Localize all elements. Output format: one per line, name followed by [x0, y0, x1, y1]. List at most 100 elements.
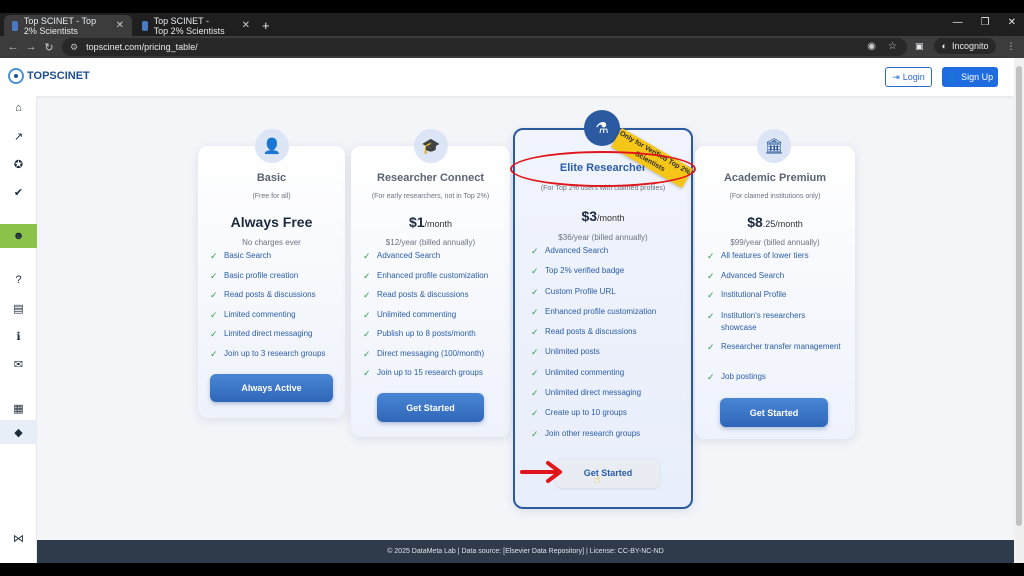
info-icon[interactable]: ℹ [0, 324, 37, 348]
tab-title: Top SCINET - Top 2% Scientists [23, 15, 97, 36]
url-text: topscinet.com/pricing_table/ [86, 42, 198, 52]
plan-note: $12/year (billed annually) [385, 238, 476, 247]
check-icon: ✓ [210, 309, 218, 320]
ad-icon[interactable]: ▤ [0, 296, 37, 320]
window-controls: — ❐ ✕ [953, 17, 1016, 28]
tags-icon[interactable]: ◆ [0, 420, 37, 444]
web-page: TOPSCINET ⇥ Login 👤 Sign Up ⌂ ↗ ✪ ✔ ☻ ? … [0, 58, 1024, 563]
site-info-icon[interactable]: ⚙ [70, 42, 78, 53]
feature-list: ✓ All features of lower tiers ✓ Advanced S… [707, 251, 843, 391]
get-started-button-elite[interactable]: Get Started [556, 458, 660, 488]
address-bar[interactable]: ⚙ topscinet.com/pricing_table/ ◉ ☆ [62, 38, 907, 56]
plan-note: $36/year (billed annually) [558, 233, 648, 242]
browser-tab[interactable]: Top SCINET - Top 2% Scientists ✕ [134, 15, 258, 36]
left-sidebar: ⌂ ↗ ✪ ✔ ☻ ? ▤ ℹ ✉ ▦ ◆ ⋈ [0, 96, 37, 563]
check-icon: ✓ [363, 368, 371, 378]
close-window-icon[interactable]: ✕ [1008, 17, 1016, 28]
plan-price: Always Free [230, 214, 313, 230]
plan-price: $1 [408, 214, 425, 230]
chart-icon[interactable]: ↗ [0, 124, 37, 148]
forward-icon[interactable]: → [22, 41, 40, 53]
annotation-circle [510, 151, 696, 187]
feature-item: ✓ Unlimited direct messaging [531, 388, 642, 399]
feature-item: ✓ Custom Profile URL [531, 286, 616, 297]
favicon-icon [142, 20, 148, 31]
tab-title: Top SCINET - Top 2% Scientists [153, 15, 225, 36]
feature-item: ✓ Create up to 10 groups [531, 408, 627, 419]
feature-item: ✓ Limited direct messaging [210, 329, 313, 339]
browser-tab-bar: Top SCINET - Top 2% Scientists ✕ Top SCI… [0, 13, 1024, 36]
check-icon: ✓ [707, 251, 715, 261]
institution-icon: 🏛 [757, 129, 791, 163]
check-icon: ✓ [707, 290, 715, 300]
new-tab-button[interactable]: + [262, 18, 270, 33]
check-icon: ✓ [531, 327, 539, 338]
check-icon: ✓ [531, 367, 539, 378]
check-icon: ✓ [363, 270, 371, 281]
eye-off-icon[interactable]: ◉ [867, 41, 876, 52]
users-icon[interactable]: ☻ [0, 224, 37, 248]
feature-item: ✓ Enhanced profile customization [531, 306, 657, 317]
login-button[interactable]: ⇥ Login [885, 67, 932, 87]
menu-icon[interactable]: ⋮ [1006, 41, 1015, 52]
feature-item: ✓ Basic Search [210, 251, 272, 261]
share-icon[interactable]: ⋈ [0, 526, 37, 550]
feature-item: ✓ Unlimited posts [531, 347, 600, 358]
plan-title: Researcher Connect [377, 172, 484, 184]
feature-item: ✓ Read posts & discussions [210, 290, 316, 300]
plan-card-basic: Basic (Free for all) Always Free No char… [198, 146, 345, 418]
graduation-cap-icon: 🎓 [414, 129, 448, 163]
home-icon[interactable]: ⌂ [0, 96, 37, 120]
site-logo[interactable]: TOPSCINET [8, 68, 90, 84]
get-started-button[interactable]: Get Started [377, 393, 484, 422]
footer-text: © 2025 DataMeta Lab | Data source: [Else… [387, 548, 664, 555]
user-plus-icon: 👤 [946, 71, 959, 82]
plan-price: $8 [747, 214, 763, 230]
feature-item: ✓ Researcher transfer management [707, 341, 841, 352]
mail-icon[interactable]: ✉ [0, 352, 37, 376]
check-icon: ✓ [363, 290, 371, 300]
check-icon: ✓ [531, 408, 539, 419]
plan-title: Basic [256, 172, 287, 184]
bottom-letterbox [0, 563, 1024, 576]
minimize-icon[interactable]: — [953, 17, 963, 28]
get-started-button[interactable]: Get Started [720, 398, 828, 427]
restore-icon[interactable]: ❐ [981, 17, 990, 28]
feature-item: ✓ Enhanced profile customization [363, 270, 489, 281]
feature-list: ✓ Advanced Search ✓ Top 2% verified badge … [531, 246, 656, 449]
feature-item: ✓ Join up to 3 research groups [210, 348, 326, 359]
feature-item: ✓ Publish up to 8 posts/month [363, 329, 476, 339]
feature-item: ✓ Advanced Search [707, 270, 785, 281]
plan-card-researcher-connect: Researcher Connect (For early researcher… [351, 146, 510, 437]
question-icon[interactable]: ? [0, 268, 37, 292]
plan-note: No charges ever [242, 238, 301, 247]
user-tie-icon: 👤 [255, 129, 289, 163]
plan-note: $99/year (billed annually) [730, 238, 820, 247]
reload-icon[interactable]: ↻ [40, 41, 58, 54]
close-icon[interactable]: ✕ [242, 20, 250, 31]
close-icon[interactable]: ✕ [116, 20, 124, 31]
check-icon: ✓ [531, 347, 539, 358]
signup-button[interactable]: 👤 Sign Up [942, 67, 998, 87]
back-icon[interactable]: ← [4, 41, 22, 53]
check-icon: ✓ [210, 251, 218, 261]
feature-item: ✓ Read posts & discussions [363, 290, 469, 300]
logo-icon [8, 68, 24, 84]
site-header: TOPSCINET ⇥ Login 👤 Sign Up [0, 58, 1014, 96]
star-icon[interactable]: ☆ [888, 41, 897, 52]
scrollbar-thumb[interactable] [1016, 66, 1022, 526]
page-scrollbar[interactable] [1014, 58, 1024, 563]
browser-right-controls: ▣ ◐ Incognito ⋮ [915, 38, 1015, 54]
feature-item: ✓ Advanced Search [363, 251, 441, 261]
check-icon: ✓ [531, 286, 539, 297]
plan-card-academic-premium: Academic Premium (For claimed institutio… [695, 146, 855, 439]
incognito-badge[interactable]: ◐ Incognito [933, 38, 997, 54]
always-active-button[interactable]: Always Active [210, 374, 333, 402]
user-check-icon[interactable]: ✔ [0, 180, 37, 204]
side-panel-icon[interactable]: ▣ [915, 41, 924, 52]
feature-list: ✓ Advanced Search ✓ Enhanced profile custo… [363, 251, 488, 388]
browser-tab-active[interactable]: Top SCINET - Top 2% Scientists ✕ [4, 15, 132, 36]
award-icon[interactable]: ✪ [0, 152, 37, 176]
briefcase-icon[interactable]: ▦ [0, 396, 37, 420]
feature-item: ✓ Institution's researchers showcase [707, 310, 806, 332]
